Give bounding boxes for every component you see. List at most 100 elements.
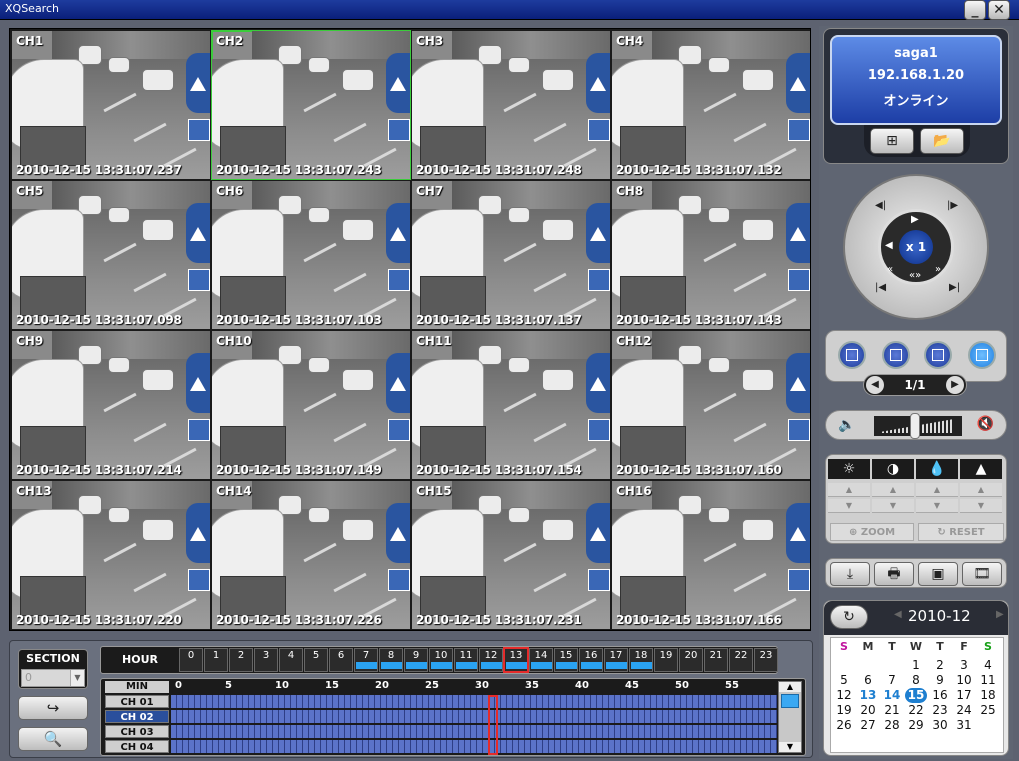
camera-tile-ch12[interactable]: CH12 2010-12-15 13:31:07.160 xyxy=(612,331,810,479)
step-back-icon[interactable]: ◀| xyxy=(875,200,886,211)
hour-cell[interactable]: 13 xyxy=(503,647,529,673)
brightness-up-button[interactable]: ▲ xyxy=(828,483,870,497)
calendar-day[interactable]: 21 xyxy=(881,703,903,718)
speaker-icon[interactable]: 🔈 xyxy=(838,417,855,433)
rewind-icon[interactable]: « xyxy=(887,264,893,275)
hour-cell[interactable]: 14 xyxy=(529,648,553,672)
calendar-day[interactable]: 26 xyxy=(833,718,855,733)
go-end-icon[interactable]: ▶| xyxy=(949,282,960,293)
play-icon[interactable]: ▶ xyxy=(911,214,919,225)
hour-cell[interactable]: 0 xyxy=(179,648,203,672)
camera-tile-ch13[interactable]: CH13 2010-12-15 13:31:07.220 xyxy=(12,481,210,629)
next-page-icon[interactable]: ▶ xyxy=(946,376,964,394)
slow-icon[interactable]: «» xyxy=(909,270,921,281)
calendar-day[interactable]: 2 xyxy=(929,658,951,673)
calendar-day[interactable]: 25 xyxy=(977,703,999,718)
calendar-day[interactable]: 13 xyxy=(857,688,879,703)
layout-4-button[interactable] xyxy=(882,341,910,369)
calendar-day[interactable]: 15 xyxy=(905,688,927,703)
download-button[interactable]: ⤓ xyxy=(830,562,870,586)
calendar-day[interactable]: 11 xyxy=(977,673,999,688)
hour-cell[interactable]: 22 xyxy=(729,648,753,672)
hour-cell[interactable]: 3 xyxy=(254,648,278,672)
minute-channel-label[interactable]: CH 04 xyxy=(105,740,169,753)
connect-button[interactable]: ⊞ xyxy=(870,128,914,154)
close-button[interactable]: ✕ xyxy=(988,0,1010,20)
calendar-day[interactable]: 10 xyxy=(953,673,975,688)
snapshot-button[interactable]: ▣ xyxy=(918,562,958,586)
calendar-day[interactable]: 4 xyxy=(977,658,999,673)
print-button[interactable]: 🖶 xyxy=(874,562,914,586)
calendar-day[interactable]: 5 xyxy=(833,673,855,688)
calendar-day[interactable]: 20 xyxy=(857,703,879,718)
calendar-day[interactable]: 22 xyxy=(905,703,927,718)
minute-record-row[interactable] xyxy=(171,725,777,738)
calendar-day[interactable]: 16 xyxy=(929,688,951,703)
hour-cell[interactable]: 15 xyxy=(554,648,578,672)
calendar-day[interactable]: 1 xyxy=(905,658,927,673)
minute-channel-label[interactable]: CH 03 xyxy=(105,725,169,738)
calendar-day[interactable]: 7 xyxy=(881,673,903,688)
calendar-day[interactable]: 6 xyxy=(857,673,879,688)
calendar-day[interactable]: 31 xyxy=(953,718,975,733)
calendar-day[interactable]: 18 xyxy=(977,688,999,703)
camera-tile-ch16[interactable]: CH16 2010-12-15 13:31:07.166 xyxy=(612,481,810,629)
hour-cell[interactable]: 9 xyxy=(404,648,428,672)
camera-tile-ch6[interactable]: CH6 2010-12-15 13:31:07.103 xyxy=(212,181,410,329)
calendar-day[interactable]: 30 xyxy=(929,718,951,733)
camera-tile-ch14[interactable]: CH14 2010-12-15 13:31:07.226 xyxy=(212,481,410,629)
hour-cell[interactable]: 5 xyxy=(304,648,328,672)
volume-slider-thumb[interactable] xyxy=(910,413,920,439)
chevron-down-icon[interactable]: ▼ xyxy=(70,670,84,686)
camera-tile-ch4[interactable]: CH4 2010-12-15 13:31:07.132 xyxy=(612,31,810,179)
calendar-day[interactable]: 23 xyxy=(929,703,951,718)
section-select[interactable]: 0 ▼ xyxy=(21,669,85,687)
sharpness-up-button[interactable]: ▲ xyxy=(960,483,1002,497)
calendar-day[interactable]: 17 xyxy=(953,688,975,703)
hour-cell[interactable]: 10 xyxy=(429,648,453,672)
camera-tile-ch7[interactable]: CH7 2010-12-15 13:31:07.137 xyxy=(412,181,610,329)
camera-tile-ch3[interactable]: CH3 2010-12-15 13:31:07.248 xyxy=(412,31,610,179)
minimize-button[interactable]: _ xyxy=(964,0,986,20)
calendar-day[interactable]: 27 xyxy=(857,718,879,733)
prev-month-icon[interactable]: ◀ xyxy=(894,609,902,620)
minute-scrollbar[interactable]: ▲ ▼ xyxy=(778,681,802,753)
hour-cell[interactable]: 7 xyxy=(354,648,378,672)
camera-tile-ch11[interactable]: CH11 2010-12-15 13:31:07.154 xyxy=(412,331,610,479)
fast-forward-icon[interactable]: » xyxy=(935,264,941,275)
camera-tile-ch9[interactable]: CH9 2010-12-15 13:31:07.214 xyxy=(12,331,210,479)
brightness-down-button[interactable]: ▼ xyxy=(828,499,870,513)
layout-9-button[interactable] xyxy=(924,341,952,369)
minute-channel-label[interactable]: CH 01 xyxy=(105,695,169,708)
scroll-up-icon[interactable]: ▲ xyxy=(779,682,801,692)
hour-cell[interactable]: 2 xyxy=(229,648,253,672)
reverse-play-icon[interactable]: ◀ xyxy=(885,240,893,251)
zoom-button[interactable]: ⊕ ZOOM xyxy=(830,523,914,541)
hour-cell[interactable]: 6 xyxy=(329,648,353,672)
calendar-day[interactable]: 3 xyxy=(953,658,975,673)
camera-tile-ch5[interactable]: CH5 2010-12-15 13:31:07.098 xyxy=(12,181,210,329)
hour-cell[interactable]: 17 xyxy=(604,648,628,672)
contrast-up-button[interactable]: ▲ xyxy=(872,483,914,497)
hour-cell[interactable]: 16 xyxy=(579,648,603,672)
go-button[interactable]: ↪ xyxy=(18,696,88,720)
scroll-down-icon[interactable]: ▼ xyxy=(779,742,801,752)
calendar-day[interactable]: 9 xyxy=(929,673,951,688)
hour-cell[interactable]: 11 xyxy=(454,648,478,672)
minute-record-row[interactable] xyxy=(171,740,777,753)
calendar-day[interactable]: 12 xyxy=(833,688,855,703)
export-avi-button[interactable]: 🎞 xyxy=(962,562,1002,586)
camera-tile-ch10[interactable]: CH10 2010-12-15 13:31:07.149 xyxy=(212,331,410,479)
calendar-day[interactable]: 14 xyxy=(881,688,903,703)
next-month-icon[interactable]: ▶ xyxy=(996,609,1004,620)
calendar-day[interactable]: 28 xyxy=(881,718,903,733)
calendar-day[interactable]: 8 xyxy=(905,673,927,688)
hour-cell[interactable]: 8 xyxy=(379,648,403,672)
prev-page-icon[interactable]: ◀ xyxy=(866,376,884,394)
camera-tile-ch8[interactable]: CH8 2010-12-15 13:31:07.143 xyxy=(612,181,810,329)
hour-cell[interactable]: 12 xyxy=(479,648,503,672)
camera-tile-ch15[interactable]: CH15 2010-12-15 13:31:07.231 xyxy=(412,481,610,629)
hour-cell[interactable]: 20 xyxy=(679,648,703,672)
minute-record-row[interactable] xyxy=(171,710,777,723)
hour-cell[interactable]: 4 xyxy=(279,648,303,672)
